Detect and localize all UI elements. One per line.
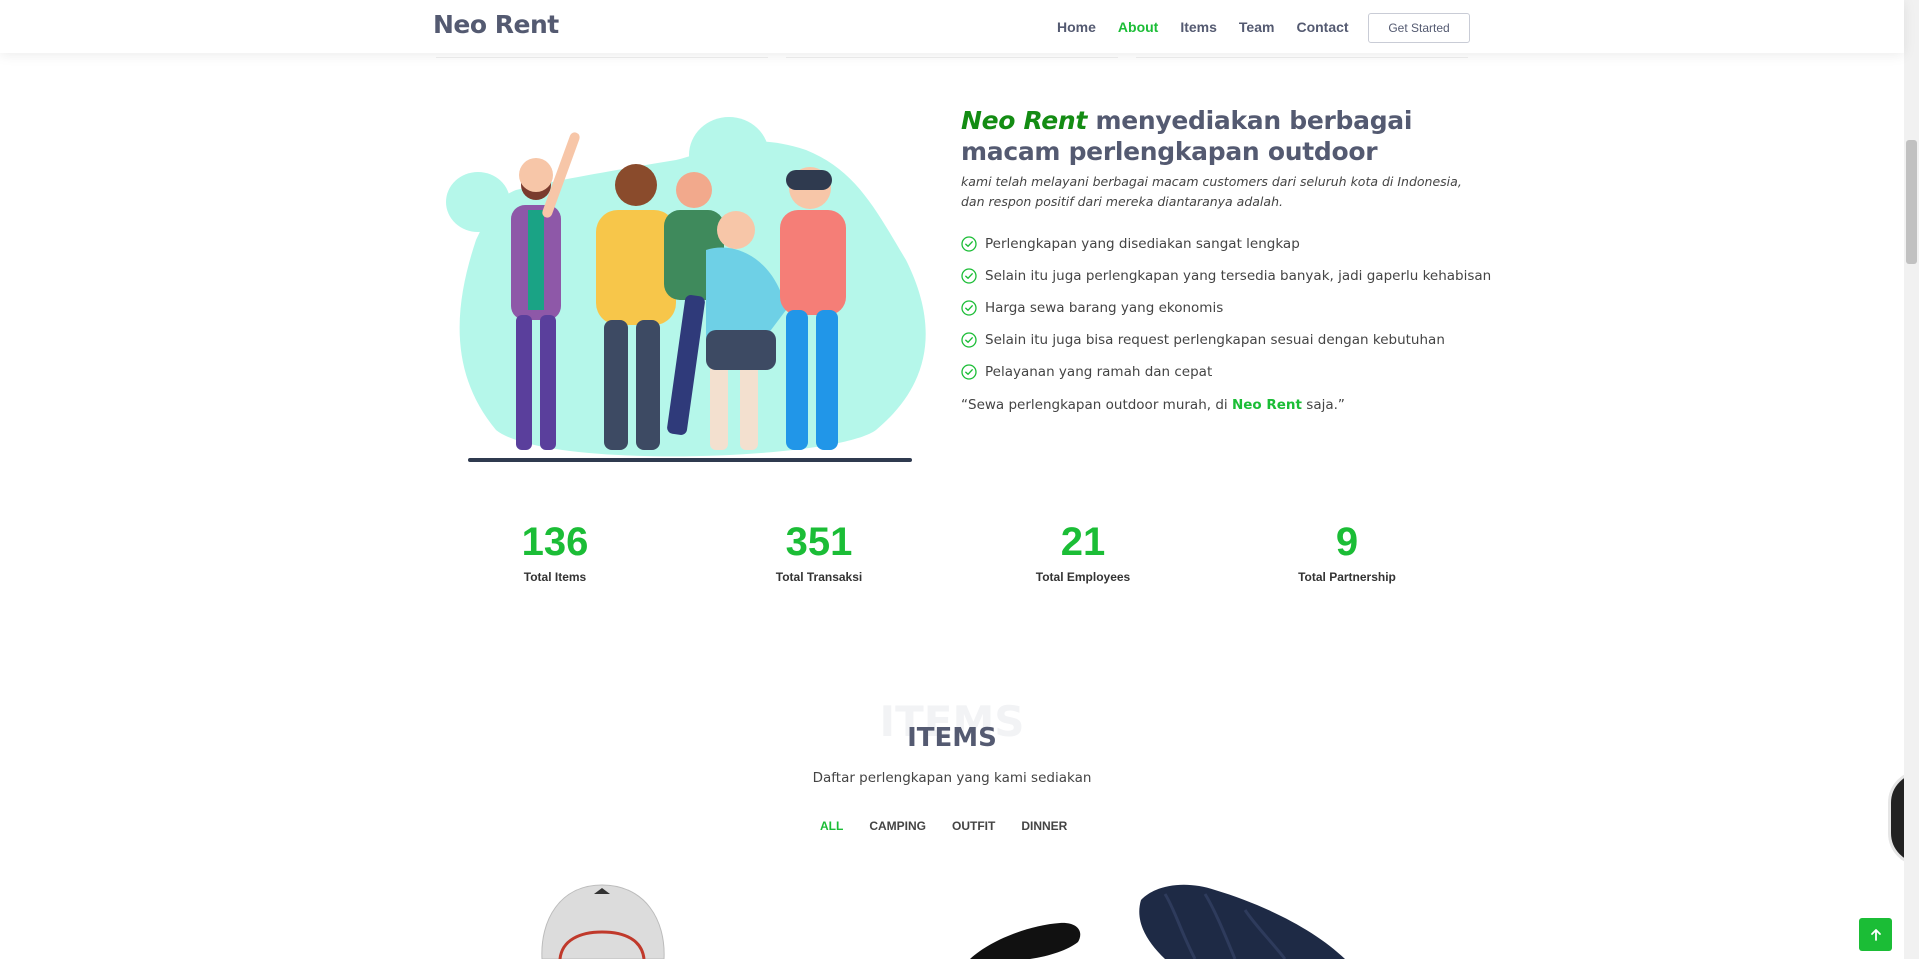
stat-total-transaksi: 351 Total Transaksi <box>719 518 919 584</box>
nav-home[interactable]: Home <box>1057 19 1096 35</box>
about-quote: “Sewa perlengkapan outdoor murah, di Neo… <box>961 397 1345 413</box>
check-circle-icon <box>961 236 977 252</box>
section-subtitle: Daftar perlengkapan yang kami sediakan <box>812 770 1092 786</box>
scrollbar-thumb[interactable] <box>1906 140 1917 264</box>
card-edge-right <box>1136 53 1468 58</box>
feature-text: Perlengkapan yang disediakan sangat leng… <box>985 236 1300 252</box>
feature-text: Selain itu juga perlengkapan yang tersed… <box>985 268 1492 284</box>
nav-contact[interactable]: Contact <box>1296 19 1348 35</box>
card-edge-left <box>436 53 768 58</box>
list-item: Selain itu juga perlengkapan yang tersed… <box>961 260 1491 292</box>
nav-items[interactable]: Items <box>1180 19 1217 35</box>
list-item: Selain itu juga bisa request perlengkapa… <box>961 324 1491 356</box>
feature-text: Harga sewa barang yang ekonomis <box>985 300 1224 316</box>
filter-dinner[interactable]: DINNER <box>1021 819 1067 833</box>
feature-text: Selain itu juga bisa request perlengkapa… <box>985 332 1445 348</box>
nav-about[interactable]: About <box>1118 19 1158 35</box>
stat-value: 136 <box>521 520 589 564</box>
people-group-illustration <box>446 117 926 462</box>
about-heading: Neo Rent menyediakan berbagai macam perl… <box>961 105 1481 167</box>
check-circle-icon <box>961 364 977 380</box>
filter-camping[interactable]: CAMPING <box>869 819 926 833</box>
quote-prefix: “Sewa perlengkapan outdoor murah, di <box>961 397 1232 413</box>
about-lead-text: kami telah melayani berbagai macam custo… <box>961 174 1462 209</box>
list-item: Harga sewa barang yang ekonomis <box>961 292 1491 324</box>
stat-value: 351 <box>785 520 853 564</box>
list-item: Pelayanan yang ramah dan cepat <box>961 356 1491 388</box>
quote-suffix: saja.” <box>1302 397 1345 413</box>
item-filters: ALL CAMPING OUTFIT DINNER <box>820 819 1093 833</box>
arrow-up-icon <box>1870 928 1881 941</box>
feature-text: Pelayanan yang ramah dan cepat <box>985 364 1213 380</box>
stat-total-partnership: 9 Total Partnership <box>1247 518 1447 584</box>
main-nav: Home About Items Team Contact <box>1057 19 1371 35</box>
check-circle-icon <box>961 300 977 316</box>
filter-all[interactable]: ALL <box>820 819 843 833</box>
get-started-button[interactable]: Get Started <box>1368 13 1470 43</box>
check-circle-icon <box>961 332 977 348</box>
list-item: Perlengkapan yang disediakan sangat leng… <box>961 228 1491 260</box>
about-heading-brand: Neo Rent <box>961 106 1088 135</box>
nav-team[interactable]: Team <box>1239 19 1275 35</box>
stat-label: Total Transaksi <box>775 570 863 584</box>
card-edge-middle <box>786 53 1118 58</box>
item-helmet-image[interactable] <box>530 880 675 959</box>
item-dark-gear-image[interactable] <box>960 920 1090 959</box>
site-logo[interactable]: Neo Rent <box>433 10 559 39</box>
stat-label: Total Partnership <box>1298 570 1396 584</box>
check-circle-icon <box>961 268 977 284</box>
section-title: ITEMS <box>907 723 997 753</box>
site-header: Neo Rent Home About Items Team Contact G… <box>0 0 1904 53</box>
stat-label: Total Items <box>523 570 587 584</box>
item-sleeping-bag-image[interactable] <box>1135 880 1355 959</box>
stat-value: 21 <box>1060 520 1106 564</box>
back-to-top-button[interactable] <box>1859 918 1892 951</box>
stat-value: 9 <box>1335 520 1359 564</box>
about-feature-list: Perlengkapan yang disediakan sangat leng… <box>961 228 1491 388</box>
stat-total-employees: 21 Total Employees <box>983 518 1183 584</box>
stat-total-items: 136 Total Items <box>455 518 655 584</box>
quote-brand: Neo Rent <box>1231 397 1302 413</box>
stat-label: Total Employees <box>1035 570 1131 584</box>
filter-outfit[interactable]: OUTFIT <box>952 819 995 833</box>
